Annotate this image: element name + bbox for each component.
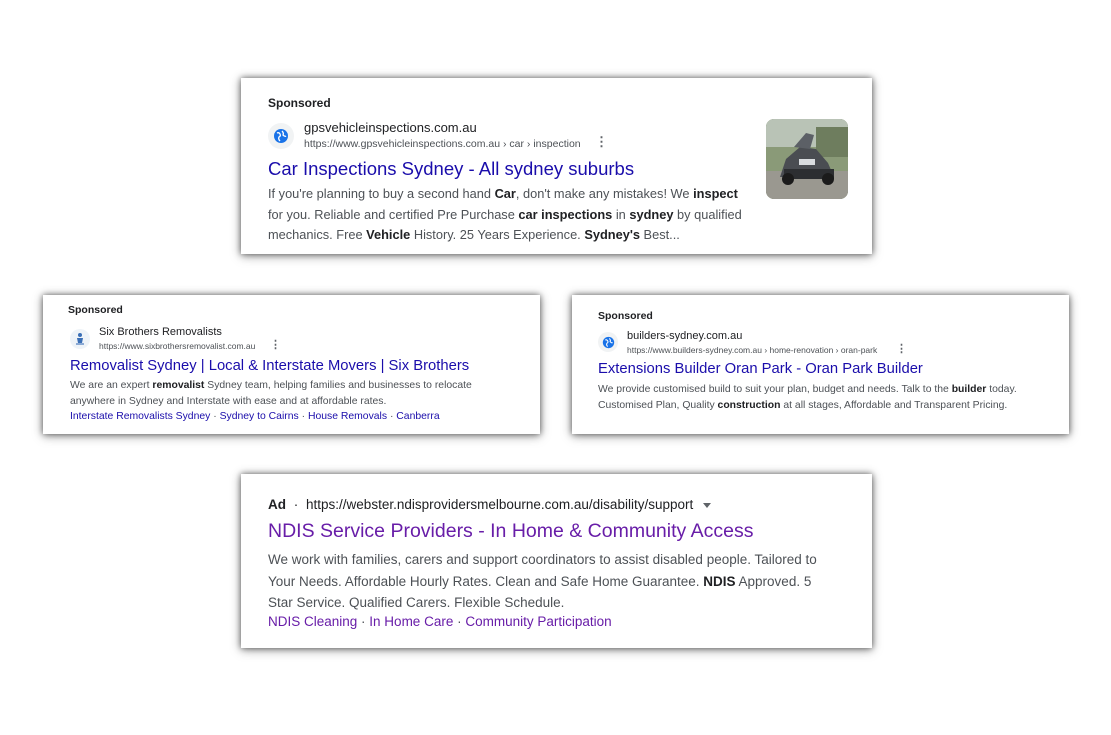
highlighted-keyword: construction (717, 400, 781, 411)
description-text: in (612, 206, 630, 222)
ad-url[interactable]: https://www.gpsvehicleinspections.com.au… (304, 138, 581, 150)
mover-logo-icon (76, 333, 84, 345)
ad-description: We work with families, carers and suppor… (268, 549, 833, 614)
ad-separator: · (293, 497, 299, 512)
favicon[interactable] (268, 123, 294, 149)
sitelink[interactable]: Interstate Removalists Sydney (70, 411, 210, 422)
sitelink-separator: · (387, 411, 397, 422)
description-text: Best... (640, 227, 680, 242)
sitelink-separator: · (298, 411, 308, 422)
ad-label: Ad (268, 497, 286, 512)
globe-icon (274, 129, 288, 143)
sitelink[interactable]: Community Participation (465, 614, 611, 629)
sitelink[interactable]: House Removals (308, 411, 387, 422)
sponsored-label: Sponsored (598, 310, 653, 322)
sitelink-separator: · (357, 614, 370, 629)
ad-card-builders: Sponsored builders-sydney.com.au https:/… (572, 295, 1069, 434)
ad-domain[interactable]: builders-sydney.com.au (627, 330, 742, 342)
car-photo-icon (766, 119, 848, 199)
sitelink[interactable]: In Home Care (369, 614, 453, 629)
more-options-icon[interactable]: ⋮ (270, 338, 281, 351)
description-text: at all stages, Affordable and Transparen… (780, 400, 1008, 411)
ad-title[interactable]: NDIS Service Providers - In Home & Commu… (268, 520, 753, 543)
ad-description: If you're planning to buy a second hand … (268, 184, 753, 246)
ad-url[interactable]: https://webster.ndisprovidersmelbourne.c… (306, 497, 693, 512)
highlighted-keyword: Vehicle (366, 227, 411, 242)
ad-domain[interactable]: Six Brothers Removalists (99, 326, 222, 338)
description-text: for you. Reliable and certified Pre Purc… (268, 206, 519, 222)
ad-url[interactable]: https://www.sixbrothersremovalist.com.au (99, 341, 255, 351)
ad-description: We are an expert removalist Sydney team,… (70, 378, 490, 410)
highlighted-keyword: NDIS (703, 573, 736, 589)
sitelink[interactable]: Sydney to Cairns (220, 411, 299, 422)
description-text: We provide customised build to suit your… (598, 384, 952, 395)
sponsored-label: Sponsored (268, 96, 331, 110)
ad-url[interactable]: https://www.builders-sydney.com.au › hom… (627, 345, 877, 355)
ad-title[interactable]: Extensions Builder Oran Park - Oran Park… (598, 361, 923, 377)
favicon[interactable] (70, 329, 90, 349)
sitelink-separator: · (453, 614, 466, 629)
ad-card-ndis: Ad · https://webster.ndisprovidersmelbou… (241, 474, 872, 648)
description-text: We are an expert (70, 380, 153, 391)
ad-card-removalists: Sponsored Six Brothers Removalists https… (43, 295, 540, 434)
highlighted-keyword: car inspections (518, 206, 613, 222)
favicon[interactable] (598, 332, 618, 352)
caret-down-icon[interactable] (703, 502, 711, 508)
highlighted-keyword: Car (494, 186, 516, 201)
ad-domain[interactable]: gpsvehicleinspections.com.au (304, 120, 477, 135)
description-text: History. 25 Years Experience. (410, 227, 585, 242)
sitelink-separator: · (210, 411, 220, 422)
ad-card-car-inspections: Sponsored gpsvehicleinspections.com.au h… (241, 78, 872, 254)
description-text: If you're planning to buy a second hand (268, 186, 495, 201)
more-options-icon[interactable]: ⋮ (595, 134, 608, 150)
ad-title[interactable]: Car Inspections Sydney - All sydney subu… (268, 158, 634, 180)
highlighted-keyword: builder (951, 384, 987, 395)
highlighted-keyword: Sydney's (584, 227, 640, 242)
sponsored-label: Sponsored (68, 304, 123, 316)
sitelink[interactable]: NDIS Cleaning (268, 614, 357, 629)
highlighted-keyword: removalist (152, 380, 205, 391)
sitelinks: NDIS Cleaning · In Home Care · Community… (268, 614, 612, 629)
sitelinks: Interstate Removalists Sydney · Sydney t… (70, 411, 440, 422)
more-options-icon[interactable]: ⋮ (896, 342, 907, 355)
sitelink[interactable]: Canberra (396, 411, 439, 422)
highlighted-keyword: inspect (693, 186, 738, 201)
globe-icon (602, 336, 614, 348)
ad-description: We provide customised build to suit your… (598, 382, 1028, 414)
description-text: , don't make any mistakes! We (515, 186, 694, 201)
ad-header: Ad · https://webster.ndisprovidersmelbou… (268, 497, 711, 512)
car-photo-thumbnail[interactable] (766, 119, 848, 199)
highlighted-keyword: sydney (629, 206, 674, 222)
ad-title[interactable]: Removalist Sydney | Local & Interstate M… (70, 358, 469, 374)
